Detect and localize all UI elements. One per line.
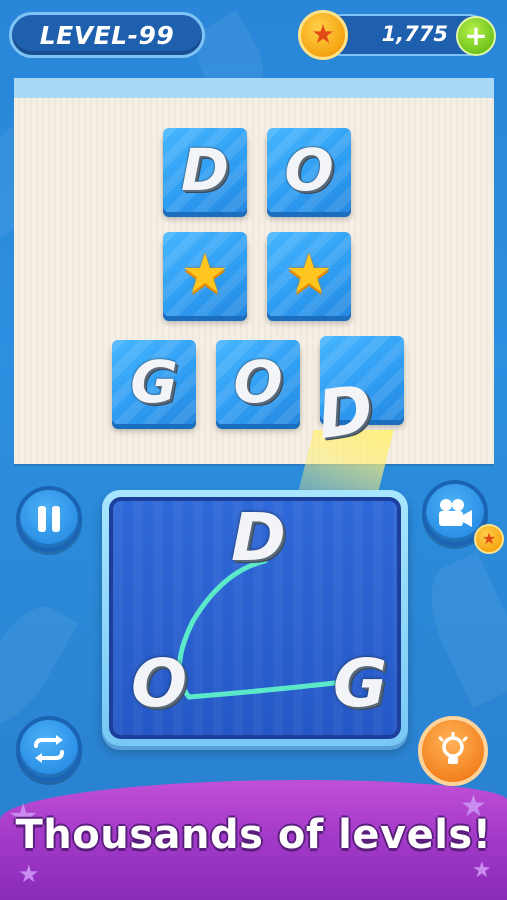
promo-banner-text: Thousands of levels! bbox=[15, 812, 492, 858]
star-icon: ★ bbox=[180, 242, 230, 305]
pause-button[interactable] bbox=[16, 486, 82, 552]
tile-letter: G bbox=[130, 348, 178, 416]
level-indicator: LEVEL-99 bbox=[9, 12, 205, 58]
tile-letter: D bbox=[180, 136, 230, 204]
coin-count: 1,775 bbox=[381, 22, 448, 46]
wheel-letter-top[interactable]: D bbox=[231, 505, 286, 571]
lightbulb-icon bbox=[438, 732, 468, 764]
shuffle-button[interactable] bbox=[16, 716, 82, 782]
decor-star-icon: ★ bbox=[472, 858, 492, 883]
wheel-letter-right[interactable]: G bbox=[333, 651, 387, 717]
star-coin-icon: ★ bbox=[298, 10, 348, 60]
background-leaf bbox=[0, 593, 79, 737]
star-icon: ★ bbox=[284, 242, 334, 305]
video-camera-icon bbox=[439, 499, 472, 527]
flying-letter: D bbox=[312, 370, 378, 455]
word-tile: O bbox=[267, 128, 351, 212]
background-leaf bbox=[413, 551, 507, 709]
shuffle-icon bbox=[34, 735, 64, 763]
letter-wheel-panel: D O G bbox=[102, 490, 408, 746]
add-coins-button[interactable]: + bbox=[456, 16, 496, 56]
pause-icon bbox=[38, 506, 60, 532]
board-header-strip bbox=[14, 78, 494, 100]
level-label: LEVEL-99 bbox=[39, 20, 175, 50]
crossword-board: D O ★ ★ G O bbox=[14, 98, 494, 464]
decor-star-icon: ★ bbox=[18, 860, 40, 888]
word-tile: D bbox=[163, 128, 247, 212]
star-tile: ★ bbox=[163, 232, 247, 316]
coin-cost-icon: ★ bbox=[474, 524, 504, 554]
wheel-letter-left[interactable]: O bbox=[131, 651, 187, 717]
word-tile: G bbox=[112, 340, 196, 424]
star-tile: ★ bbox=[267, 232, 351, 316]
word-tile: O bbox=[216, 340, 300, 424]
letter-wheel[interactable]: D O G bbox=[109, 497, 401, 739]
tile-letter: O bbox=[233, 348, 283, 416]
tile-letter: O bbox=[284, 136, 334, 204]
hint-button[interactable] bbox=[418, 716, 488, 786]
